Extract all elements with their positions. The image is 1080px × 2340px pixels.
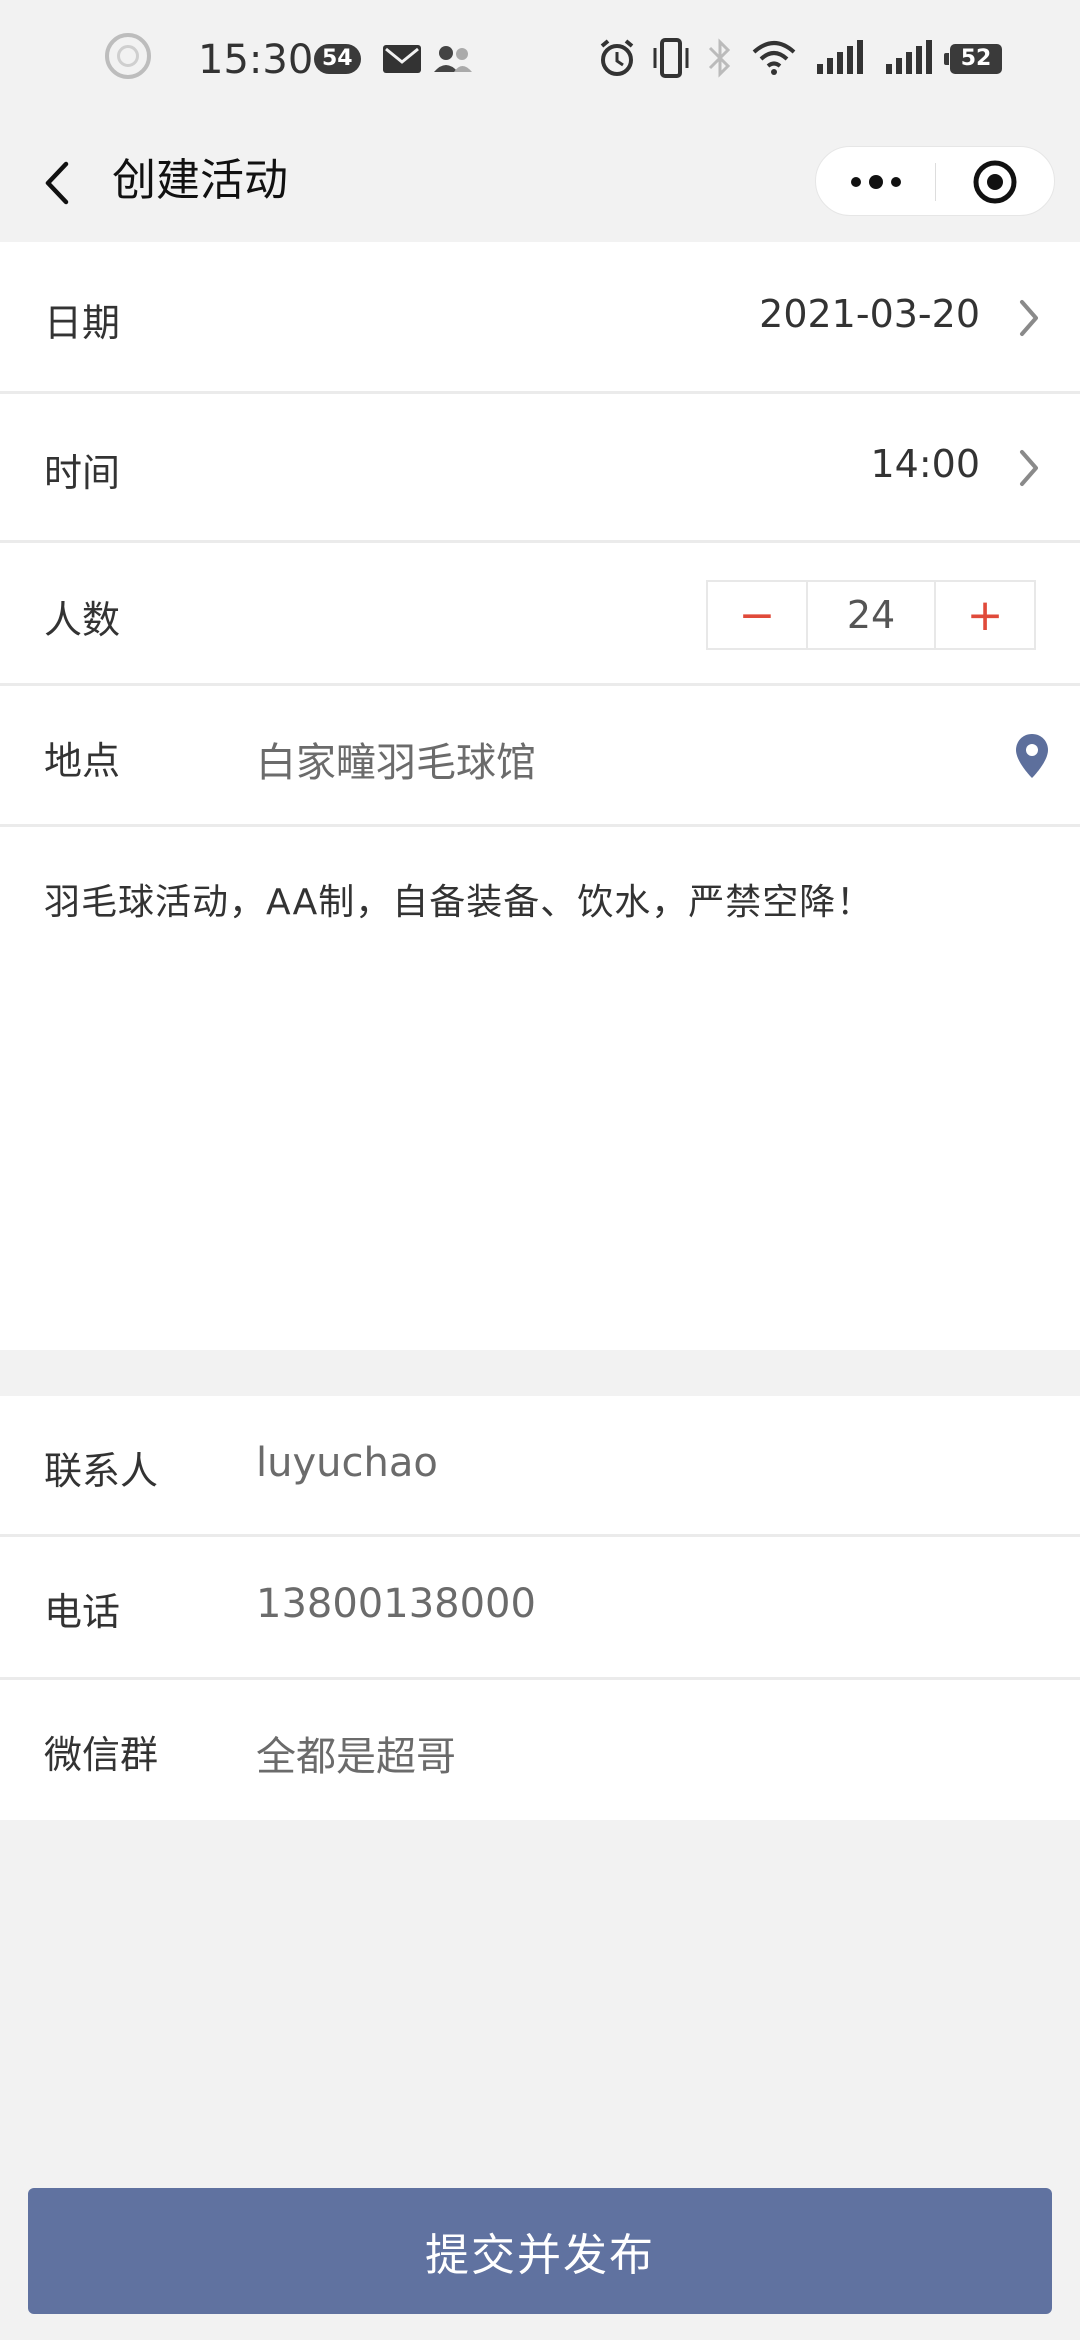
time-row[interactable]: 时间 14:00 (0, 394, 1080, 540)
contact-row: 联系人 luyuchao (0, 1396, 1080, 1534)
mini-program-capsule (815, 146, 1055, 216)
target-circle-icon[interactable] (972, 159, 1018, 205)
people-row: 人数 − 24 + (0, 543, 1080, 683)
people-count[interactable]: 24 (806, 582, 936, 648)
wechat-group-label: 微信群 (44, 1733, 159, 1777)
navigation-bar: 创建活动 (0, 120, 1080, 240)
phone-label: 电话 (44, 1590, 121, 1634)
status-bar: 15:30 54 52 (0, 0, 1080, 120)
quantity-stepper: − 24 + (706, 580, 1036, 650)
contact-label: 联系人 (44, 1449, 159, 1493)
contacts-icon (434, 46, 472, 72)
notification-badge: 54 (314, 44, 361, 74)
mail-icon (383, 45, 421, 73)
date-row[interactable]: 日期 2021-03-20 (0, 242, 1080, 392)
page-title: 创建活动 (112, 155, 288, 206)
time-value: 14:00 (870, 442, 980, 486)
phone-input[interactable]: 13800138000 (256, 1581, 536, 1627)
decrement-button[interactable]: − (708, 582, 806, 648)
record-circle-icon (105, 33, 151, 79)
status-time: 15:30 (198, 37, 314, 83)
contact-input[interactable]: luyuchao (256, 1440, 438, 1486)
chevron-right-icon (1020, 450, 1038, 486)
wechat-group-input[interactable]: 全都是超哥 (256, 1724, 456, 1782)
phone-row: 电话 13800138000 (0, 1537, 1080, 1677)
bluetooth-icon (708, 38, 731, 78)
wifi-icon (752, 41, 796, 75)
location-row[interactable]: 地点 白家疃羽毛球馆 (0, 686, 1080, 824)
location-label: 地点 (44, 739, 121, 783)
signal-icon (817, 40, 863, 74)
battery-icon: 52 (944, 44, 1002, 74)
location-pin-icon[interactable] (1014, 732, 1050, 780)
date-label: 日期 (44, 301, 121, 345)
vibrate-icon (653, 38, 689, 78)
more-dots-icon[interactable] (846, 169, 906, 195)
description-area[interactable]: 羽毛球活动，AA制，自备装备、饮水，严禁空降！ (0, 827, 1080, 1350)
time-label: 时间 (44, 451, 121, 495)
alarm-icon (600, 39, 634, 76)
location-input[interactable]: 白家疃羽毛球馆 (256, 730, 536, 788)
capsule-divider (935, 163, 936, 201)
chevron-left-icon[interactable] (38, 158, 78, 208)
people-label: 人数 (44, 598, 121, 642)
date-value: 2021-03-20 (759, 292, 980, 336)
description-text: 羽毛球活动，AA制，自备装备、饮水，严禁空降！ (44, 882, 874, 923)
chevron-right-icon (1020, 300, 1038, 336)
signal2-icon (886, 40, 932, 74)
submit-publish-button[interactable]: 提交并发布 (28, 2188, 1052, 2314)
increment-button[interactable]: + (936, 582, 1034, 648)
wechat-group-row: 微信群 全都是超哥 (0, 1680, 1080, 1820)
